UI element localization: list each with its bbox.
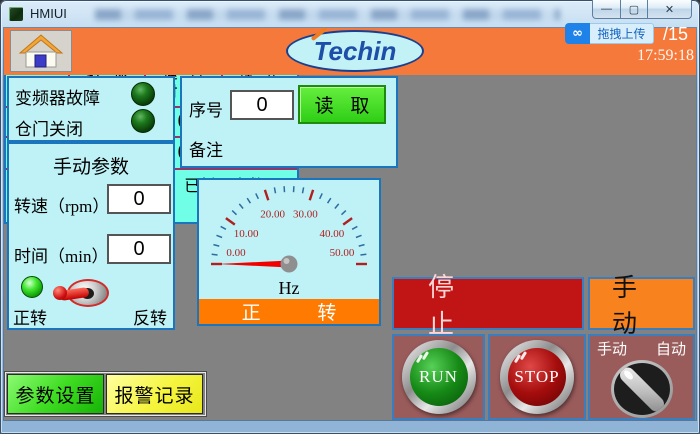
svg-text:20.00: 20.00 <box>260 209 285 221</box>
close-button[interactable]: ✕ <box>647 0 692 19</box>
svg-text:30.00: 30.00 <box>293 209 318 221</box>
run-button-panel: RUN <box>392 334 485 420</box>
frequency-gauge-panel: 0.00 10.0020.00 30.0040.00 50.00 Hz 正 转 <box>197 178 381 326</box>
techin-logo-text: Techin <box>314 36 397 67</box>
status-panel: 变频器故障 仓门关闭 <box>7 76 175 142</box>
redacted-title-text <box>95 9 560 20</box>
drag-upload-widget[interactable]: ∞ 拖拽上传 <box>565 23 654 44</box>
serial-label: 序号 <box>189 96 223 121</box>
client-area: Techin 17:59:18 变频器故障 仓门关闭 手动参数 转速（rpm） … <box>4 28 696 420</box>
selector-manual-label: 手动 <box>597 338 627 359</box>
frequency-gauge: 0.00 10.0020.00 30.0040.00 50.00 <box>199 180 379 280</box>
time-input[interactable] <box>107 234 171 264</box>
minimize-button[interactable]: — <box>592 0 621 19</box>
forward-run-led-icon <box>21 276 43 298</box>
svg-text:0.00: 0.00 <box>226 247 246 259</box>
svg-text:50.00: 50.00 <box>330 247 355 259</box>
techin-logo: Techin <box>286 30 424 72</box>
stop-round-button[interactable]: STOP <box>500 340 574 414</box>
speed-input[interactable] <box>107 184 171 214</box>
app-icon <box>9 7 23 21</box>
serial-input[interactable] <box>230 90 294 120</box>
speed-label: 转速（rpm） <box>14 192 109 217</box>
alarm-record-button[interactable]: 报警记录 <box>106 374 203 414</box>
manual-parameters-title: 手动参数 <box>9 152 173 179</box>
inverter-fault-label: 变频器故障 <box>15 84 100 109</box>
window-controls: — ▢ ✕ <box>593 0 692 19</box>
remark-label: 备注 <box>189 136 223 161</box>
status-row-inverter-fault: 变频器故障 <box>9 78 173 109</box>
svg-text:10.00: 10.00 <box>234 228 259 240</box>
parameter-settings-button[interactable]: 参数设置 <box>7 374 104 414</box>
hmi-window: HMIUI — ▢ ✕ ∞ 拖拽上传 /15 Techin 17:59:18 <box>0 0 700 434</box>
direction-toggle-switch[interactable] <box>61 277 109 309</box>
mode-selector-knob[interactable] <box>611 360 673 418</box>
home-button[interactable] <box>10 30 72 72</box>
knob-face-icon <box>614 363 670 415</box>
selector-auto-label: 自动 <box>656 338 686 359</box>
stop-bar-button[interactable]: 停 止 <box>392 277 584 330</box>
toggle-ball-icon <box>53 286 67 300</box>
manual-parameters-panel: 手动参数 转速（rpm） 时间（min） 正转 反转 <box>7 142 175 330</box>
home-icon <box>18 34 64 68</box>
share-icon[interactable]: ∞ <box>565 23 590 44</box>
status-row-door-closed: 仓门关闭 <box>9 109 173 140</box>
time-label: 时间（min） <box>14 242 108 267</box>
gauge-unit-label: Hz <box>199 278 379 297</box>
window-title: HMIUI <box>30 6 67 21</box>
rotation-direction-banner: 正 转 <box>199 299 379 324</box>
run-button[interactable]: RUN <box>402 340 476 414</box>
door-closed-label: 仓门关闭 <box>15 115 83 140</box>
mode-selector-panel: 手动 自动 <box>588 334 695 420</box>
read-button[interactable]: 读 取 <box>298 85 386 124</box>
inverter-fault-led-icon <box>131 82 155 106</box>
door-closed-led-icon <box>131 109 155 133</box>
manual-bar-button[interactable]: 手 动 <box>588 277 695 330</box>
forward-label: 正转 <box>13 304 47 329</box>
clock: 17:59:18 <box>604 47 694 71</box>
footer-button-frame: 参数设置 报警记录 <box>5 372 206 416</box>
maximize-button[interactable]: ▢ <box>620 0 648 19</box>
drag-upload-button[interactable]: 拖拽上传 <box>590 23 654 44</box>
svg-text:40.00: 40.00 <box>320 228 345 240</box>
reverse-label: 反转 <box>133 304 167 329</box>
stop-button-panel: STOP <box>488 334 586 420</box>
read-panel: 序号 读 取 备注 <box>180 76 398 168</box>
